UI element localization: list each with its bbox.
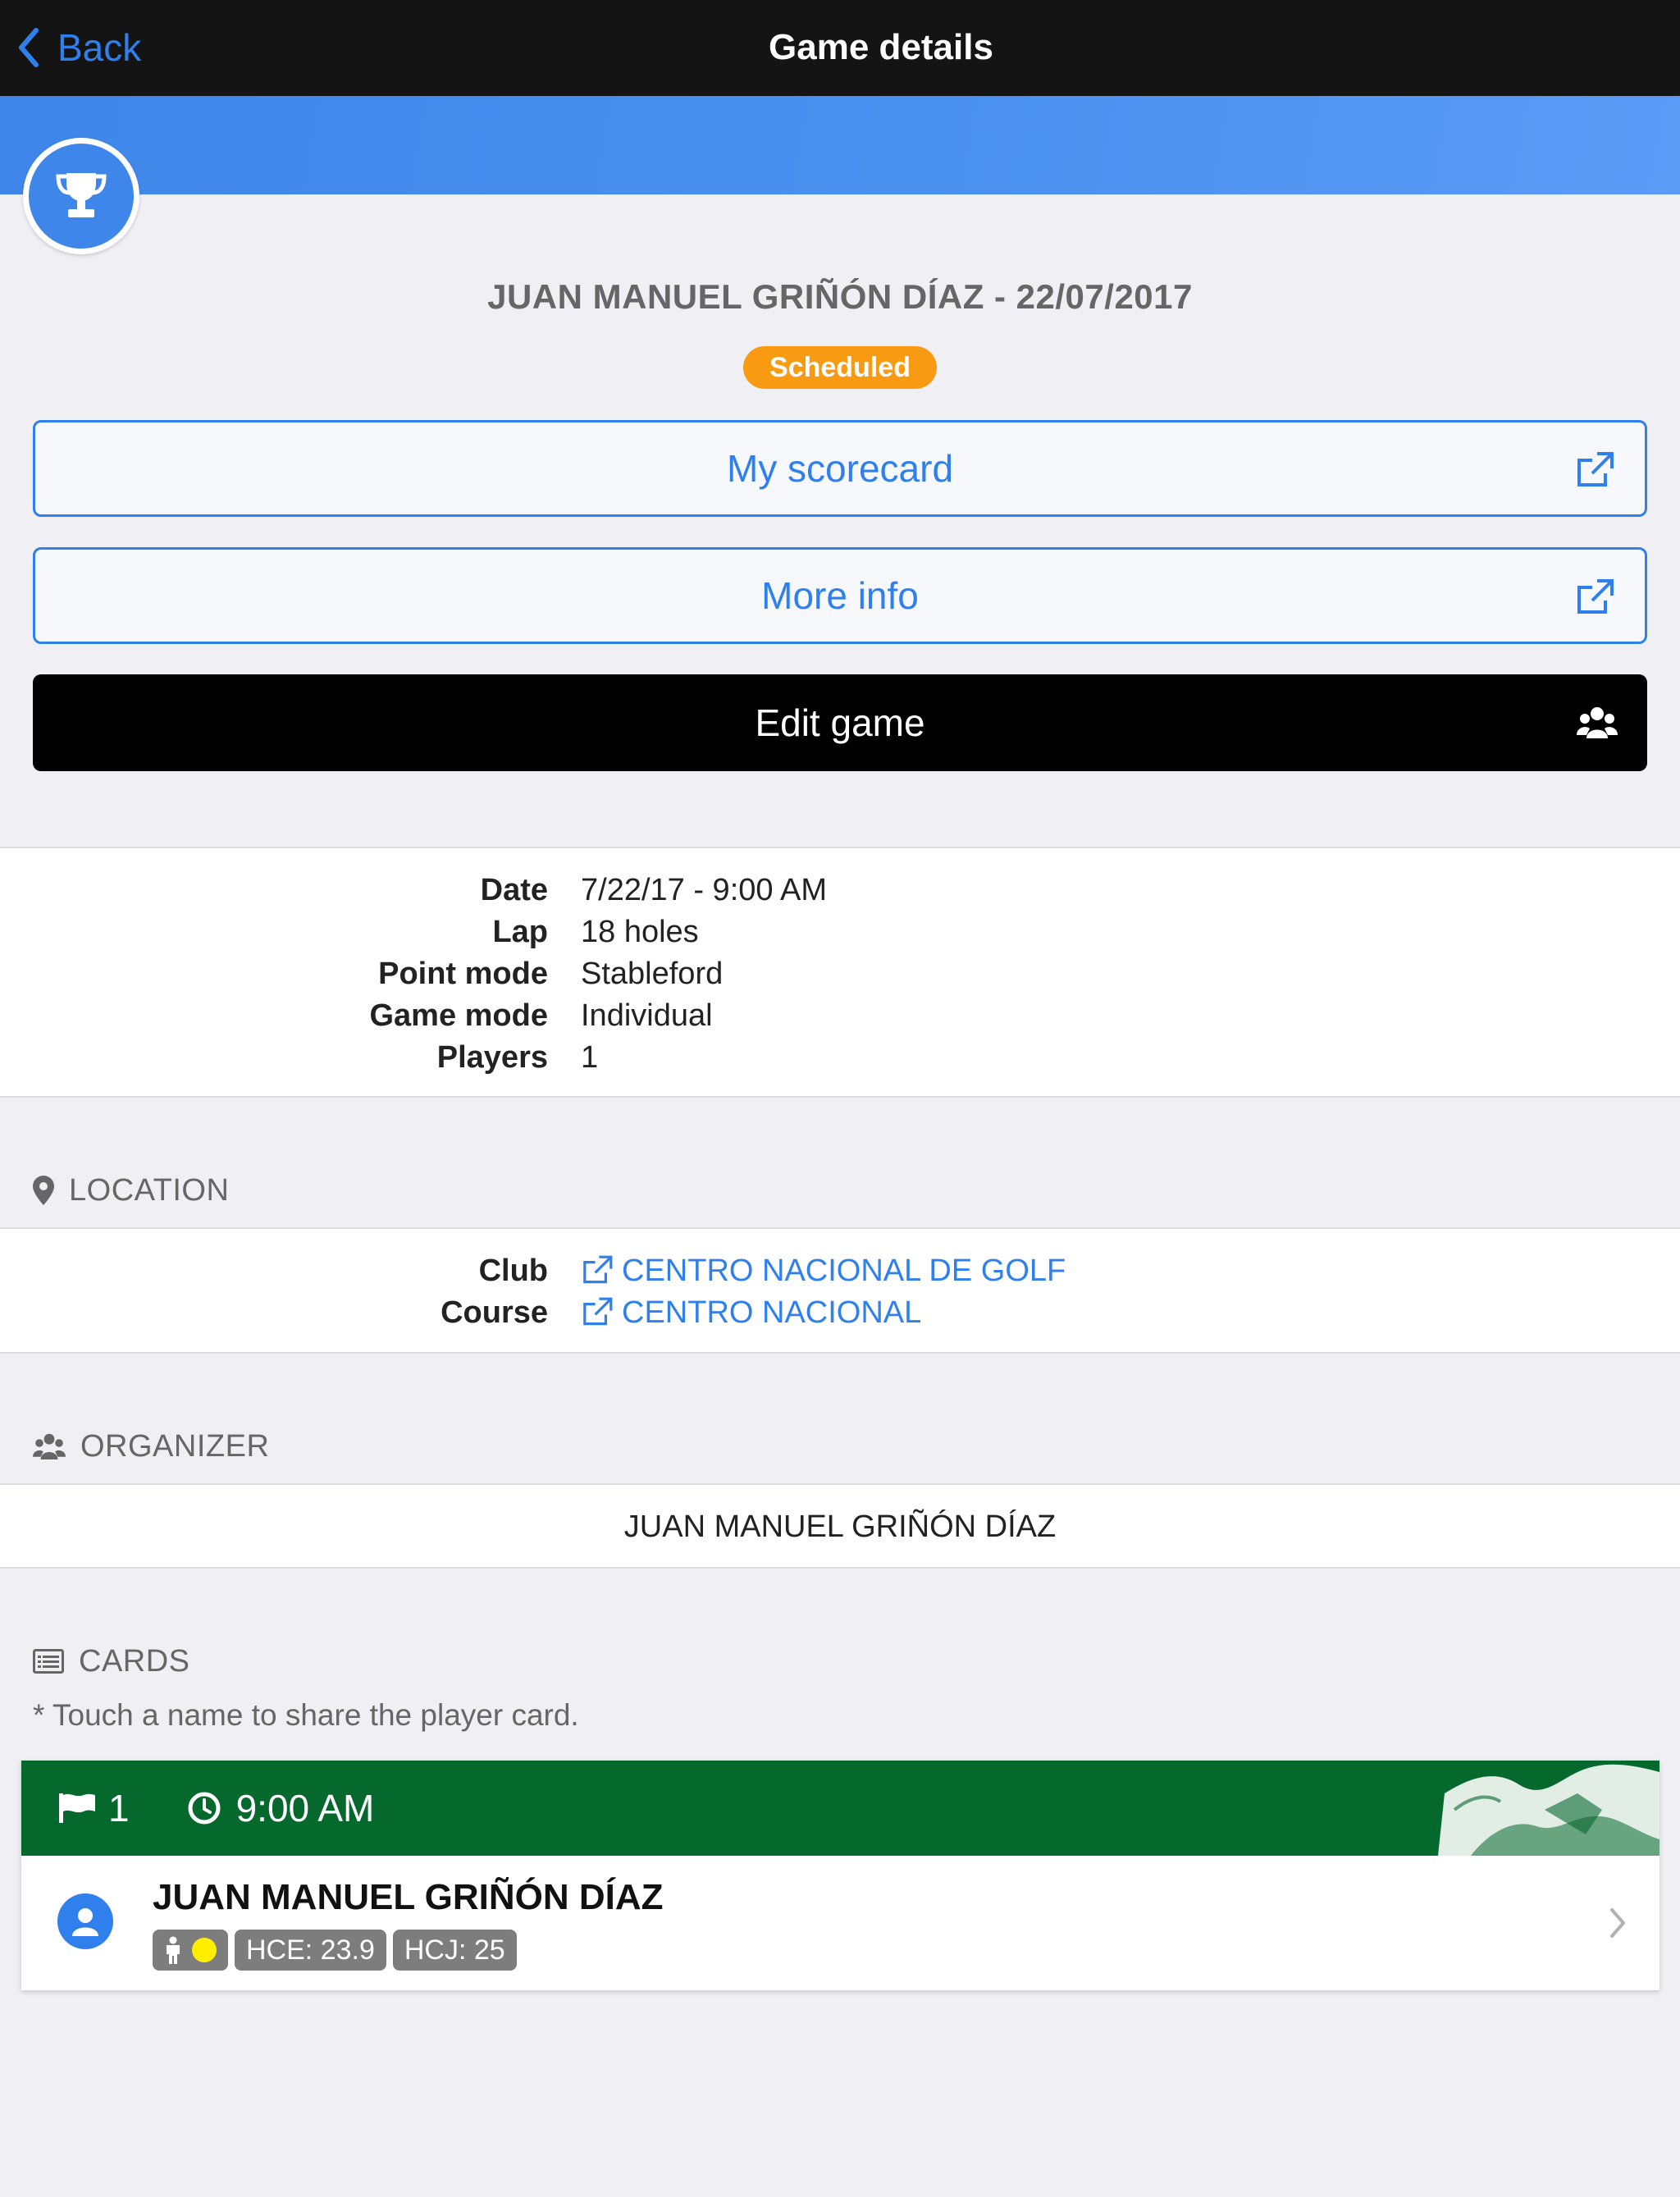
edit-game-button[interactable]: Edit game	[33, 674, 1647, 771]
more-info-button[interactable]: More info	[33, 547, 1647, 644]
course-link[interactable]: CENTRO NACIONAL	[581, 1292, 921, 1333]
location-header: LOCATION	[33, 1170, 229, 1211]
map-marker-icon	[33, 1176, 54, 1205]
club-link[interactable]: CENTRO NACIONAL DE GOLF	[581, 1250, 1066, 1291]
organizer-header: ORGANIZER	[33, 1426, 269, 1467]
hce-tag: HCE: 23.9	[235, 1930, 386, 1971]
game-details-section: Date 7/22/17 - 9:00 AM Lap 18 holes Poin…	[0, 847, 1680, 1098]
hole-number: 1	[108, 1787, 130, 1829]
player-card: 1 9:00 AM JUAN MANUEL GRIÑÓN DÍAZ HCE: 2…	[21, 1761, 1659, 1990]
course-value: CENTRO NACIONAL	[622, 1295, 922, 1330]
hcj-tag: HCJ: 25	[392, 1930, 517, 1971]
game-title: JUAN MANUEL GRIÑÓN DÍAZ - 22/07/2017	[487, 277, 1193, 316]
card-header: 1 9:00 AM	[21, 1761, 1659, 1856]
detail-key: Lap	[492, 915, 548, 949]
detail-row-players: Players 1	[0, 1037, 1680, 1078]
status-badge: Scheduled	[743, 346, 937, 389]
trophy-icon	[56, 173, 107, 217]
gender-tee-tag	[153, 1930, 228, 1971]
organizer-section: JUAN MANUEL GRIÑÓN DÍAZ	[0, 1483, 1680, 1569]
game-avatar	[23, 138, 139, 254]
list-alt-icon	[33, 1649, 64, 1674]
detail-value: 18 holes	[581, 915, 699, 949]
detail-row-date: Date 7/22/17 - 9:00 AM	[0, 870, 1680, 911]
my-scorecard-label: My scorecard	[726, 447, 954, 490]
location-row-course: Course CENTRO NACIONAL	[0, 1292, 1680, 1333]
external-link-icon	[1577, 579, 1614, 614]
group-icon	[33, 1433, 66, 1459]
player-name: JUAN MANUEL GRIÑÓN DÍAZ	[153, 1877, 664, 1917]
external-link-icon	[583, 1297, 613, 1326]
location-section: Club CENTRO NACIONAL DE GOLF Course CENT…	[0, 1227, 1680, 1354]
more-info-label: More info	[761, 574, 919, 617]
club-key: Club	[478, 1254, 548, 1288]
golfer-illustration	[1438, 1764, 1659, 1856]
external-link-icon	[583, 1255, 613, 1284]
detail-key: Players	[436, 1040, 548, 1075]
tee-color-dot	[192, 1938, 217, 1962]
player-row[interactable]: JUAN MANUEL GRIÑÓN DÍAZ HCE: 23.9 HCJ: 2…	[21, 1856, 1659, 1990]
detail-value: Individual	[581, 998, 713, 1033]
avatar	[57, 1893, 113, 1949]
my-scorecard-button[interactable]: My scorecard	[33, 420, 1647, 517]
external-link-icon	[1577, 452, 1614, 486]
group-icon	[1577, 707, 1618, 738]
cards-header-label: CARDS	[79, 1643, 190, 1679]
header-banner	[0, 96, 1680, 194]
edit-game-label: Edit game	[755, 701, 925, 744]
organizer-header-label: ORGANIZER	[80, 1428, 270, 1464]
detail-value: 7/22/17 - 9:00 AM	[581, 873, 827, 907]
cards-hint: * Touch a name to share the player card.	[33, 1698, 579, 1732]
detail-row-point-mode: Point mode Stableford	[0, 953, 1680, 994]
club-value: CENTRO NACIONAL DE GOLF	[622, 1254, 1066, 1288]
organizer-name: JUAN MANUEL GRIÑÓN DÍAZ	[623, 1510, 1057, 1544]
male-icon	[167, 1936, 180, 1964]
user-icon	[72, 1908, 98, 1936]
clock-icon	[188, 1792, 221, 1825]
detail-row-game-mode: Game mode Individual	[0, 995, 1680, 1036]
cards-header: CARDS	[33, 1641, 190, 1682]
detail-row-lap: Lap 18 holes	[0, 911, 1680, 952]
detail-key: Point mode	[378, 957, 548, 991]
player-tags: HCE: 23.9 HCJ: 25	[153, 1930, 523, 1971]
location-header-label: LOCATION	[69, 1172, 230, 1208]
detail-key: Game mode	[369, 998, 548, 1033]
detail-value: Stableford	[581, 957, 724, 991]
flag-icon	[59, 1793, 95, 1823]
detail-value: 1	[581, 1040, 599, 1075]
course-key: Course	[441, 1295, 548, 1330]
page-title: Game details	[769, 27, 993, 67]
detail-key: Date	[480, 873, 548, 907]
tee-time: 9:00 AM	[235, 1787, 375, 1829]
chevron-right-icon	[1610, 1908, 1625, 1938]
navigation-bar: Back Game details	[0, 0, 1680, 96]
location-row-club: Club CENTRO NACIONAL DE GOLF	[0, 1250, 1680, 1291]
